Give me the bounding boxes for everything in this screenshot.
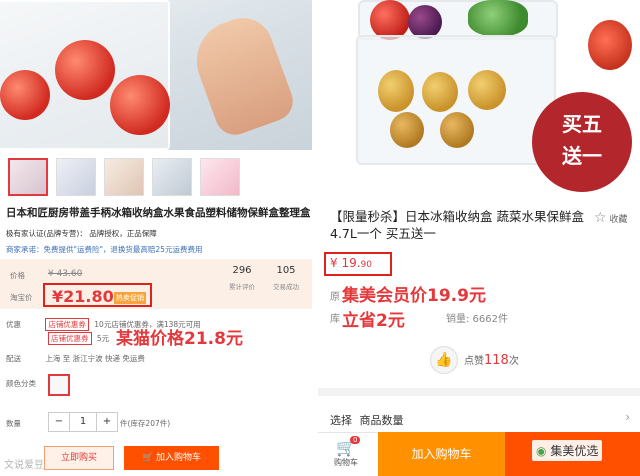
cart-label: 购物车 (334, 458, 358, 467)
qty-plus-button[interactable]: + (97, 413, 117, 431)
potato-illustration (468, 70, 506, 110)
quantity-label: 数量 (6, 419, 21, 428)
potato-illustration (440, 112, 474, 148)
chevron-right-icon[interactable]: › (625, 410, 630, 424)
add-to-cart-button[interactable]: 加入购物车 (378, 432, 505, 476)
section-separator (318, 388, 640, 396)
sale-price: ¥ 19.90 (330, 256, 372, 270)
sale-price-decimal: 90 (360, 260, 372, 270)
shipping-row: 配送 上海 至 浙江宁波 快递 免运费 (6, 353, 145, 364)
potato-illustration (378, 70, 414, 112)
quantity-stepper: − 1 + (48, 412, 118, 432)
watermark: 文说爱豆 (4, 460, 44, 471)
hand-illustration (185, 9, 299, 141)
tmall-price: ¥21.80 (52, 287, 114, 306)
jimei-product-panel: 买五 送一 【限量秒杀】日本冰箱收纳盒 蔬菜水果保鲜盒4.7L一个 买五送一 ☆… (318, 0, 640, 476)
product-title: 【限量秒杀】日本冰箱收纳盒 蔬菜水果保鲜盒4.7L一个 买五送一 (330, 209, 584, 241)
member-price-annotation: 集美会员价19.9元 (342, 286, 486, 306)
like-text: 点赞118次 (464, 352, 519, 368)
thumbnail-strip (8, 158, 240, 196)
tomato-illustration (588, 20, 632, 70)
qty-input[interactable]: 1 (69, 413, 97, 431)
tmall-price-annotation: 某猫价格21.8元 (116, 329, 243, 349)
buy-five-get-one-badge: 买五 送一 (532, 92, 632, 192)
sales-count: 销量: 6662件 (446, 314, 508, 325)
add-to-cart-label: 加入购物车 (156, 453, 202, 463)
favorite-button[interactable]: ☆ 收藏 (594, 210, 627, 226)
promo-label: 优惠 (6, 320, 21, 329)
cart-button[interactable]: 🛒 0 购物车 (328, 436, 364, 468)
favorite-label: 收藏 (609, 215, 628, 225)
coupon-tag[interactable]: 店铺优惠券 (45, 318, 89, 331)
sale-price-main: ¥ 19. (330, 256, 361, 270)
promo-badge: 热卖促销 (114, 292, 146, 304)
watermark: ◉ 集美优选 (532, 440, 603, 461)
cabbage-illustration (468, 0, 528, 36)
potato-illustration (422, 72, 458, 112)
stock-label: 库 (330, 314, 340, 325)
badge-line-1: 买五 (562, 112, 602, 136)
select-value: 商品数量 (359, 414, 404, 427)
review-count: 296 (232, 265, 252, 276)
product-title: 日本和匠厨房带盖手柄冰箱收纳盒水果食品塑料储物保鲜盒整理盒 (6, 207, 310, 219)
thumbnail-3[interactable] (104, 158, 144, 196)
coupon-row: 店铺优惠券 5元 (48, 332, 109, 345)
color-label: 颜色分类 (6, 379, 36, 388)
badge-line-2: 送一 (562, 144, 602, 168)
coupon-tag[interactable]: 店铺优惠券 (48, 332, 92, 345)
like-widget[interactable]: 👍 点赞118次 (430, 346, 519, 374)
review-count-label: 累计评价 (229, 283, 255, 291)
plum-illustration (408, 5, 442, 39)
like-prefix: 点赞 (464, 356, 484, 367)
apple-illustration (0, 70, 50, 120)
like-suffix: 次 (508, 356, 519, 367)
thumbnail-2[interactable] (56, 158, 96, 196)
like-count: 118 (484, 353, 509, 368)
product-hero-image[interactable] (0, 0, 312, 150)
select-label: 选择 (330, 414, 352, 427)
thumbnail-1[interactable] (8, 158, 48, 196)
thumbnail-5[interactable] (200, 158, 240, 196)
merchant-promise-link[interactable]: 商家承诺：免费提供"运费险"，退换货最高赔25元运费费用 (6, 244, 202, 255)
shipping-text: 上海 至 浙江宁波 快递 免运费 (45, 354, 145, 363)
potato-illustration (390, 112, 424, 148)
thumbs-up-icon[interactable]: 👍 (430, 346, 458, 374)
tmall-price-label: 淘宝价 (10, 293, 33, 302)
sales-count: 105 (276, 265, 296, 276)
buy-now-button[interactable]: 立即购买 (44, 446, 114, 470)
wechat-icon: ◉ (536, 444, 547, 458)
qty-minus-button[interactable]: − (49, 413, 69, 431)
original-price-label: 原 (330, 292, 340, 303)
certification-line: 极有家认证(品牌专营)： 品牌授权，正品保障 (6, 229, 157, 238)
stock-text: 件(库存207件) (120, 419, 171, 428)
price-panel: 价格 ¥ 43.60 淘宝价 ¥21.80 热卖促销 296 累计评价 105 … (0, 259, 312, 309)
apple-illustration (55, 40, 115, 100)
star-icon: ☆ (594, 210, 607, 226)
apple-illustration (370, 0, 410, 40)
taobao-product-panel: 日本和匠厨房带盖手柄冰箱收纳盒水果食品塑料储物保鲜盒整理盒 极有家认证(品牌专营… (0, 0, 312, 476)
sales-count-label: 交易成功 (273, 283, 299, 291)
original-price: ¥ 43.60 (48, 269, 83, 279)
color-swatch[interactable] (48, 374, 70, 396)
apple-illustration (110, 75, 170, 135)
watermark-text: 集美优选 (550, 444, 599, 458)
product-hero-image[interactable]: 买五 送一 (318, 0, 640, 200)
add-to-cart-button[interactable]: 🛒 加入购物车 (124, 446, 219, 470)
savings-annotation: 立省2元 (342, 311, 405, 331)
price-label: 价格 (10, 271, 25, 280)
option-selector[interactable]: 选择 商品数量 (330, 412, 404, 428)
coupon-text: 5元 (96, 334, 110, 343)
cart-icon: 🛒 (141, 453, 157, 463)
shipping-label: 配送 (6, 354, 21, 363)
thumbnail-4[interactable] (152, 158, 192, 196)
